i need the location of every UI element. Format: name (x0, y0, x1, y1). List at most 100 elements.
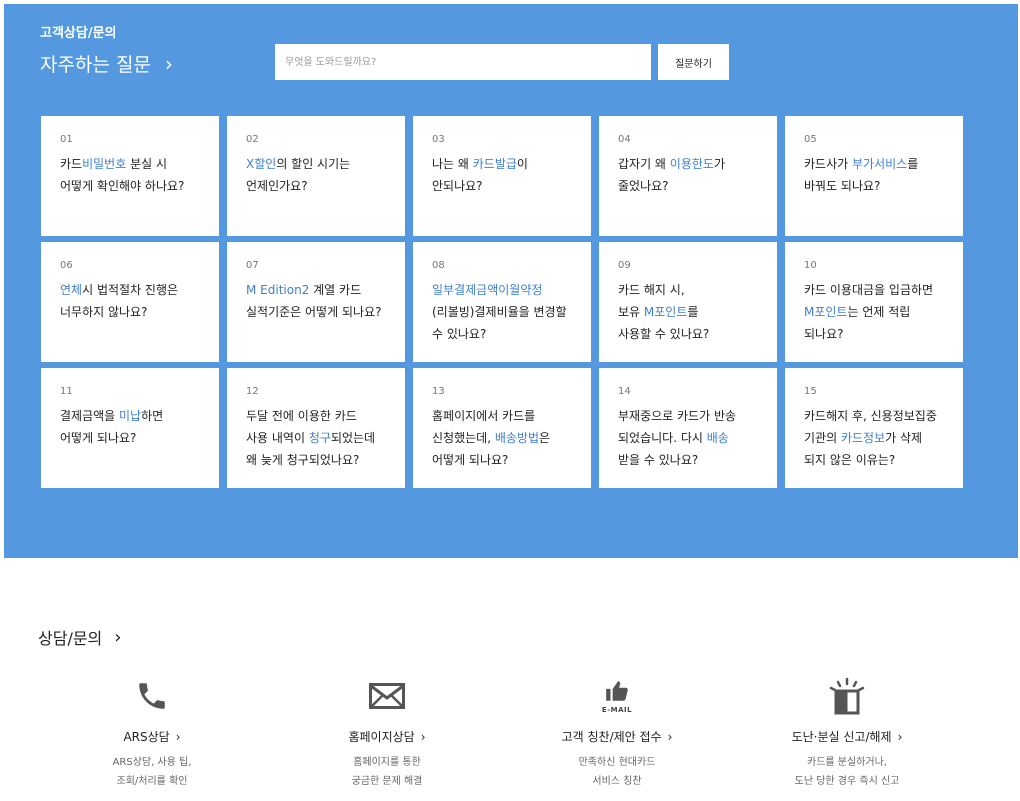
faq-text: 갑자기 왜 (618, 157, 670, 171)
faq-card[interactable]: 12 두달 전에 이용한 카드 사용 내역이 청구되었는데 왜 늦게 청구되었나요? (227, 368, 405, 488)
faq-number: 14 (618, 386, 631, 397)
faq-text: 를 (907, 157, 919, 171)
breadcrumb: 고객상담/문의 (40, 26, 117, 41)
faq-number: 13 (432, 386, 445, 397)
chevron-right-icon: › (114, 626, 122, 648)
faq-keyword: 부가서비스 (851, 157, 908, 171)
service-homepage-desc-line2: 궁금한 문제 해결 (351, 776, 423, 787)
faq-keyword: M포인트 (804, 305, 848, 319)
faq-card[interactable]: 05 카드사가 부가서비스를바꿔도 되나요? (785, 116, 963, 236)
faq-card[interactable]: 06 연체시 법적절차 진행은 너무하지 않나요? (41, 242, 219, 362)
email-label: E-MAIL (601, 706, 633, 714)
faq-card[interactable]: 11 결제금액을 미납하면 어떻게 되나요? (41, 368, 219, 488)
faq-number: 05 (804, 134, 817, 145)
faq-text: 기관의 (804, 431, 841, 445)
faq-number: 15 (804, 386, 817, 397)
service-homepage-desc-line1: 홈페이지를 통한 (353, 757, 421, 768)
faq-text: 분실 시 (126, 157, 168, 171)
faq-keyword: 일부결제금액이월약정 (432, 283, 543, 297)
service-feedback[interactable]: E-MAIL 고객 칭찬/제안 접수 › 만족하신 현대카드 서비스 칭찬 (522, 672, 712, 791)
faq-keyword: 연체 (60, 283, 83, 297)
faq-card[interactable]: 09 카드 해지 시, 보유 M포인트를 사용할 수 있나요? (599, 242, 777, 362)
faq-card[interactable]: 03 나는 왜 카드발급이 안되나요? (413, 116, 591, 236)
service-lost-card-label: 도난·분실 신고/해제 (791, 730, 892, 744)
faq-text: 은 (539, 431, 551, 445)
alert-card-icon (752, 672, 942, 720)
faq-text: 의 할인 시기는 (276, 157, 351, 171)
faq-text: 어떻게 되나요? (432, 453, 509, 467)
faq-card[interactable]: 01 카드비밀번호 분실 시 어떻게 확인해야 하나요? (41, 116, 219, 236)
chevron-right-icon: › (667, 729, 673, 744)
faq-text: 바꿔도 되나요? (804, 179, 881, 193)
chevron-right-icon: › (175, 729, 181, 744)
faq-card[interactable]: 15 카드해지 후, 신용정보집중 기관의 카드정보가 삭제 되지 않은 이유는? (785, 368, 963, 488)
faq-text: 언제인가요? (246, 179, 308, 193)
faq-question: 연체시 법적절차 진행은 너무하지 않나요? (60, 279, 200, 323)
service-ars[interactable]: ARS상담 › ARS상담, 사용 팁, 조회/처리를 확인 (57, 672, 247, 791)
faq-text: 카드사가 (804, 157, 852, 171)
faq-text: 홈페이지에서 카드를 (432, 409, 536, 423)
service-lost-card-desc-line1: 카드를 분실하거나, (807, 757, 887, 768)
faq-number: 11 (60, 386, 73, 397)
faq-keyword: X할인 (246, 157, 277, 171)
faq-question: 카드사가 부가서비스를바꿔도 되나요? (804, 153, 944, 197)
faq-number: 09 (618, 260, 631, 271)
faq-keyword: 청구 (308, 431, 331, 445)
faq-card[interactable]: 10 카드 이용대금을 입금하면 M포인트는 언제 적립 되나요? (785, 242, 963, 362)
faq-card[interactable]: 13 홈페이지에서 카드를 신청했는데, 배송방법은 어떻게 되나요? (413, 368, 591, 488)
faq-title: 자주하는 질문 (40, 54, 151, 76)
faq-text: 줄었나요? (618, 179, 669, 193)
faq-text: 어떻게 되나요? (60, 431, 137, 445)
faq-question: 두달 전에 이용한 카드 사용 내역이 청구되었는데 왜 늦게 청구되었나요? (246, 405, 386, 471)
faq-card[interactable]: 14 부재중으로 카드가 반송 되었습니다. 다시 배송 받을 수 있나요? (599, 368, 777, 488)
service-feedback-desc-line2: 서비스 칭찬 (592, 776, 642, 787)
faq-card[interactable]: 02 X할인의 할인 시기는 언제인가요? (227, 116, 405, 236)
faq-keyword: 배송방법 (494, 431, 540, 445)
faq-text: 되었는데 (330, 431, 376, 445)
envelope-icon (292, 672, 482, 720)
faq-text: 되었습니다. 다시 (618, 431, 707, 445)
faq-number: 01 (60, 134, 73, 145)
faq-text: 수 있나요? (432, 327, 487, 341)
faq-text: 카드해지 후, 신용정보집중 (804, 409, 937, 423)
chevron-right-icon: › (420, 729, 426, 744)
faq-keyword: 카드발급 (472, 157, 517, 171)
faq-card[interactable]: 07 M Edition2 계열 카드 실적기준은 어떻게 되나요? (227, 242, 405, 362)
search-input[interactable] (275, 44, 651, 80)
service-homepage-label: 홈페이지상담 (348, 730, 415, 744)
faq-text: 시 법적절차 진행은 (82, 283, 179, 297)
faq-question: 카드비밀번호 분실 시 어떻게 확인해야 하나요? (60, 153, 200, 197)
faq-keyword: 비밀번호 (82, 157, 127, 171)
faq-question: 카드해지 후, 신용정보집중 기관의 카드정보가 삭제 되지 않은 이유는? (804, 405, 944, 471)
faq-text: 사용 내역이 (246, 431, 309, 445)
faq-text: 가 삭제 (885, 431, 923, 445)
faq-question: 부재중으로 카드가 반송 되었습니다. 다시 배송 받을 수 있나요? (618, 405, 758, 471)
faq-text: 카드 (60, 157, 83, 171)
faq-keyword: M포인트 (643, 305, 688, 319)
faq-title-link[interactable]: 자주하는 질문 › (40, 50, 173, 77)
faq-text: 왜 늦게 청구되었나요? (246, 453, 360, 467)
service-feedback-desc-line1: 만족하신 현대카드 (578, 757, 656, 768)
faq-text: 계열 카드 (309, 283, 362, 297)
service-ars-desc-line2: 조회/처리를 확인 (116, 776, 188, 787)
service-homepage[interactable]: 홈페이지상담 › 홈페이지를 통한 궁금한 문제 해결 (292, 672, 482, 791)
service-lost-card[interactable]: 도난·분실 신고/해제 › 카드를 분실하거나, 도난 당한 경우 즉시 신고 (752, 672, 942, 791)
faq-text: 되나요? (804, 327, 844, 341)
faq-text: 는 언제 적립 (847, 305, 911, 319)
faq-card[interactable]: 08 일부결제금액이월약정 (리볼빙)결제비율을 변경할 수 있나요? (413, 242, 591, 362)
faq-text: 이 (516, 157, 528, 171)
faq-text: 카드 이용대금을 입금하면 (804, 283, 934, 297)
faq-text: 결제금액을 (60, 409, 120, 423)
faq-text: (리볼빙)결제비율을 변경할 (432, 305, 567, 319)
faq-number: 03 (432, 134, 445, 145)
ask-button[interactable]: 질문하기 (658, 44, 729, 80)
chevron-right-icon: › (897, 729, 903, 744)
faq-card[interactable]: 04 갑자기 왜 이용한도가 줄었나요? (599, 116, 777, 236)
faq-question: M Edition2 계열 카드 실적기준은 어떻게 되나요? (246, 279, 386, 323)
faq-text: 하면 (141, 409, 164, 423)
faq-question: 나는 왜 카드발급이 안되나요? (432, 153, 572, 197)
faq-keyword: 이용한도 (669, 157, 714, 171)
faq-question: 카드 해지 시, 보유 M포인트를 사용할 수 있나요? (618, 279, 758, 345)
faq-number: 10 (804, 260, 817, 271)
consult-title-link[interactable]: 상담/문의 › (38, 625, 121, 649)
